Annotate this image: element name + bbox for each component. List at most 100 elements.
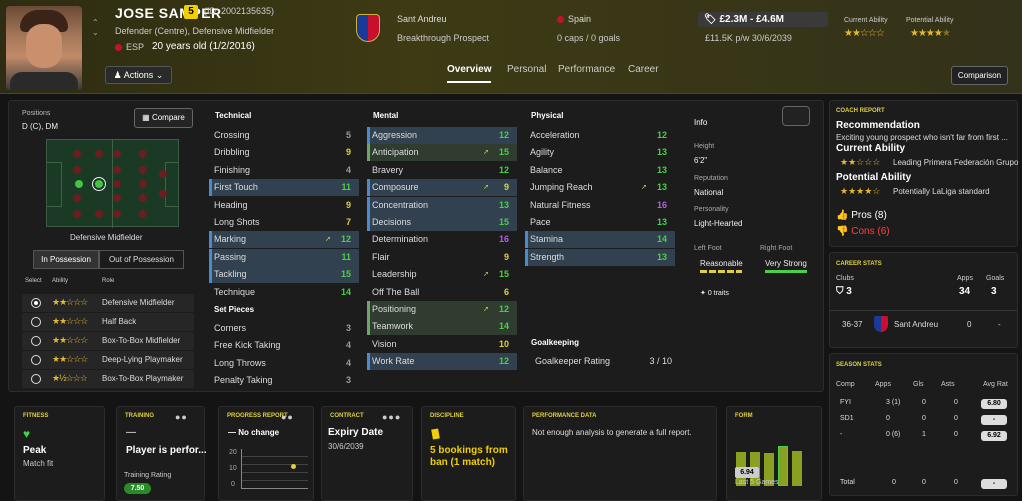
attr-marking[interactable]: Marking ➚ 12: [209, 231, 359, 249]
role-name: Box-To-Box Midfielder: [102, 336, 181, 345]
role-row[interactable]: ★★☆☆☆ Deep-Lying Playmaker: [22, 351, 194, 369]
personality-value: Light-Hearted: [694, 219, 743, 228]
current-ability-stars: ★★☆☆☆: [844, 28, 885, 39]
attr-work-rate[interactable]: Work Rate 12: [367, 353, 517, 371]
role-radio[interactable]: [31, 317, 41, 327]
spain-flag-icon: [115, 44, 122, 52]
season-total-row: Total 0 0 0-: [836, 479, 1012, 491]
training-panel[interactable]: TRAINING ●● — Player is perfor... Traini…: [116, 406, 207, 501]
trend-up-icon: ➚: [483, 149, 489, 157]
fitness-sub: Match fit: [23, 459, 54, 468]
club-crest-icon[interactable]: [356, 14, 380, 42]
attr-free-kick-taking[interactable]: Free Kick Taking 4: [209, 337, 359, 354]
attr-passing[interactable]: Passing 11: [209, 248, 359, 266]
attr-vision[interactable]: Vision 10: [367, 336, 517, 353]
discipline-panel[interactable]: DISCIPLINE 5 bookings from ban (1 match): [421, 406, 516, 501]
attr-long-throws[interactable]: Long Throws 4: [209, 355, 359, 372]
attr-agility[interactable]: Agility 13: [525, 144, 675, 161]
tab-career[interactable]: Career: [628, 64, 659, 75]
actions-button[interactable]: ♟ Actions ⌄: [105, 66, 172, 84]
career-row-club[interactable]: Sant Andreu: [894, 320, 938, 329]
club-name[interactable]: Sant Andreu: [397, 14, 447, 24]
form-sub: Last 5 Games: [735, 479, 779, 486]
attr-stamina[interactable]: Stamina 14: [525, 231, 675, 249]
attr-teamwork[interactable]: Teamwork 14: [367, 318, 517, 336]
performance-panel[interactable]: PERFORMANCE DATA Not enough analysis to …: [523, 406, 717, 501]
attr-crossing[interactable]: Crossing 5: [209, 127, 359, 144]
fitness-panel[interactable]: FITNESS ♥ Peak Match fit: [14, 406, 105, 501]
attr-leadership[interactable]: Leadership ➚ 15: [367, 266, 517, 283]
right-foot-label: Right Foot: [760, 245, 793, 252]
attr-aggression[interactable]: Aggression 12: [367, 127, 517, 144]
reputation-label: Reputation: [694, 175, 728, 182]
season-row[interactable]: SD1 0 0 0-: [836, 415, 1012, 427]
role-radio[interactable]: [31, 374, 41, 384]
attr-heading[interactable]: Heading 9: [209, 197, 359, 214]
attr-determination[interactable]: Determination 16: [367, 231, 517, 248]
attr-technique[interactable]: Technique 14: [209, 284, 359, 301]
more-icon: ●●: [281, 412, 294, 422]
role-row[interactable]: ★★☆☆☆ Box-To-Box Midfielder: [22, 332, 194, 350]
in-possession-toggle[interactable]: In Possession: [33, 250, 99, 269]
thumbs-up-icon: 👍: [836, 210, 852, 221]
role-radio[interactable]: [31, 298, 41, 308]
attr-composure[interactable]: Composure ➚ 9: [367, 179, 517, 197]
season-row[interactable]: FYI 3 (1) 0 0 6.80: [836, 399, 1012, 411]
nationality: ESP: [115, 42, 144, 52]
tab-personal[interactable]: Personal: [507, 64, 546, 75]
trend-up-icon: ➚: [483, 184, 489, 192]
gk-rating-value: 3 / 10: [649, 356, 672, 366]
pros-link[interactable]: 👍 Pros (8): [836, 210, 887, 221]
role-row[interactable]: ★★☆☆☆ Half Back: [22, 313, 194, 331]
attr-strength[interactable]: Strength 13: [525, 248, 675, 266]
performance-head: PERFORMANCE DATA: [532, 413, 597, 419]
attr-corners[interactable]: Corners 3: [209, 320, 359, 337]
attr-pace[interactable]: Pace 13: [525, 214, 675, 231]
attr-jumping-reach[interactable]: Jumping Reach ➚ 13: [525, 179, 675, 196]
out-possession-toggle[interactable]: Out of Possession: [99, 250, 184, 269]
role-stars: ★★☆☆☆: [52, 335, 88, 345]
training-head: TRAINING: [125, 413, 154, 419]
recommendation-text: Exciting young prospect who isn't far fr…: [836, 133, 1008, 142]
compare-button[interactable]: ▦ Compare: [134, 108, 193, 128]
tab-performance[interactable]: Performance: [558, 64, 615, 75]
season-row[interactable]: -0 (6) 1 0 6.92: [836, 431, 1012, 443]
attr-tackling[interactable]: Tackling 15: [209, 266, 359, 284]
attr-concentration[interactable]: Concentration 13: [367, 196, 517, 214]
attr-flair[interactable]: Flair 9: [367, 249, 517, 266]
attr-positioning[interactable]: Positioning ➚ 12: [367, 301, 517, 318]
traits[interactable]: ✦ 0 traits: [700, 289, 729, 297]
comparison-button[interactable]: Comparison: [951, 66, 1008, 85]
role-row[interactable]: ★★☆☆☆ Defensive Midfielder: [22, 294, 194, 312]
shield-icon: ⛉: [836, 286, 847, 297]
player-nav-arrows[interactable]: ⌃ ⌄: [92, 18, 99, 38]
role-row[interactable]: ★½☆☆☆ Box-To-Box Playmaker: [22, 370, 194, 388]
attr-first-touch[interactable]: First Touch 11: [209, 179, 359, 197]
country[interactable]: Spain: [557, 14, 591, 24]
attr-off-the-ball[interactable]: Off The Ball 6: [367, 284, 517, 301]
attr-dribbling[interactable]: Dribbling 9: [209, 144, 359, 161]
tab-overview[interactable]: Overview: [447, 64, 492, 83]
attr-finishing[interactable]: Finishing 4: [209, 162, 359, 179]
role-radio[interactable]: [31, 355, 41, 365]
attr-acceleration[interactable]: Acceleration 12: [525, 127, 675, 144]
attr-balance[interactable]: Balance 13: [525, 162, 675, 179]
attr-decisions[interactable]: Decisions 15: [367, 214, 517, 231]
tick-0: 0: [231, 481, 235, 488]
personality-label: Personality: [694, 206, 729, 213]
role-radio[interactable]: [31, 336, 41, 346]
progress-panel[interactable]: PROGRESS REPORT ●● — No change 20 10 0: [218, 406, 314, 501]
cons-link[interactable]: 👎 Cons (6): [836, 226, 890, 237]
more-icon: ●●●: [382, 412, 402, 422]
attr-natural-fitness[interactable]: Natural Fitness 16: [525, 197, 675, 214]
form-panel[interactable]: FORM 6.94 Last 5 Games: [726, 406, 822, 501]
attr-penalty-taking[interactable]: Penalty Taking 3: [209, 372, 359, 389]
contract-panel[interactable]: CONTRACT ●●● Expiry Date 30/6/2039: [321, 406, 413, 501]
attr-bravery[interactable]: Bravery 12: [367, 162, 517, 179]
attr-anticipation[interactable]: Anticipation ➚ 15: [367, 144, 517, 162]
person-icon: ♟: [113, 70, 124, 80]
attr-long-shots[interactable]: Long Shots 7: [209, 214, 359, 231]
role-col-ability: Ability: [52, 278, 69, 284]
trend-up-icon: ➚: [483, 306, 489, 313]
personality-icon[interactable]: [782, 106, 810, 126]
